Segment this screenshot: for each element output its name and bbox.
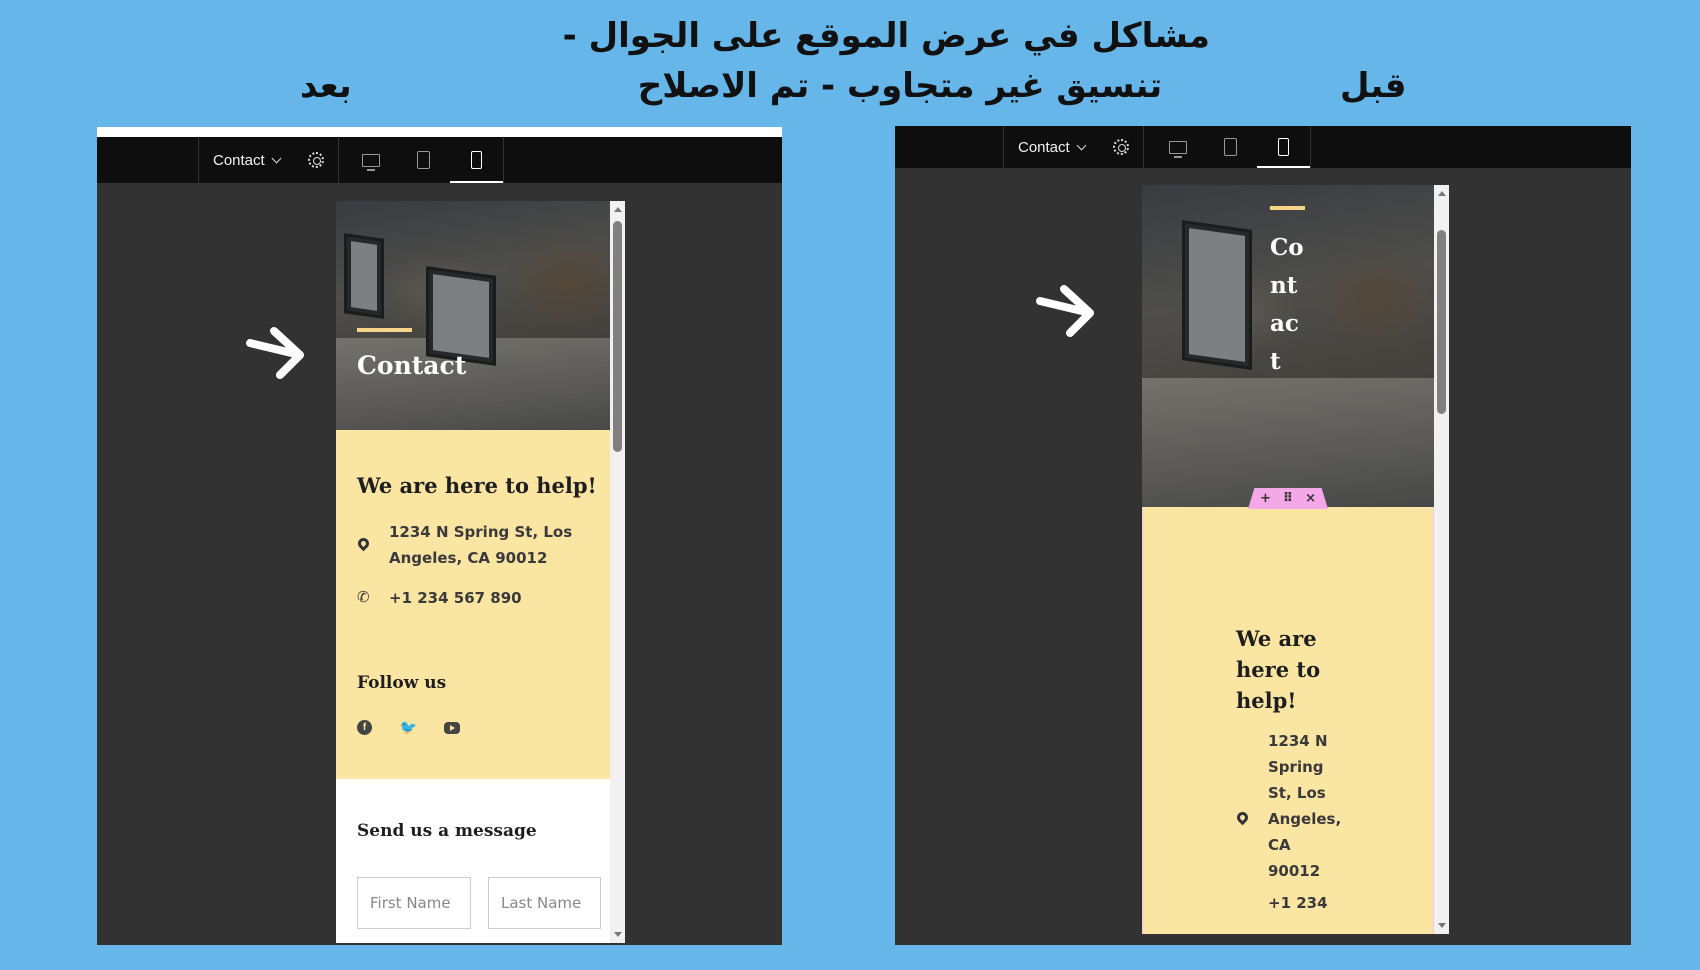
phone-icon: ✆ [357, 588, 370, 606]
scroll-up-arrow[interactable] [1438, 191, 1446, 196]
mobile-icon [1278, 138, 1289, 156]
after-editor-panel: Contact Contact We are here to help! 123… [97, 127, 782, 945]
help-heading: We are here to help! [1236, 626, 1321, 713]
facebook-icon[interactable]: f [357, 720, 372, 735]
desktop-icon [361, 153, 380, 171]
address-text: 1234 N Spring St, Los Angeles, CA 90012 [1268, 732, 1342, 880]
tablet-view-button[interactable] [397, 137, 450, 183]
section-handle[interactable]: + ⠿ × [1248, 488, 1328, 509]
phone-text: +1 234 [1268, 894, 1328, 912]
editor-toolbar: Contact [97, 137, 782, 183]
desktop-view-button[interactable] [1151, 126, 1204, 168]
gear-icon[interactable] [1112, 139, 1129, 155]
chevron-down-icon [271, 153, 282, 163]
scroll-thumb[interactable] [613, 221, 622, 452]
before-label: قبل [1340, 66, 1407, 106]
first-name-field[interactable]: First Name [357, 877, 471, 929]
location-pin-icon [355, 535, 372, 552]
preview-scrollbar[interactable] [610, 201, 625, 943]
youtube-icon[interactable] [444, 722, 460, 734]
scroll-up-arrow[interactable] [614, 207, 622, 212]
device-switcher [344, 137, 504, 183]
page-select-label: Contact [1018, 138, 1070, 156]
accent-bar [357, 328, 412, 332]
contact-info-section: We are here to help! 1234 N Spring St, L… [336, 430, 625, 779]
page-title-line-2: تنسيق غير متجاوب - تم الاصلاح [637, 66, 1163, 106]
hero-section: Contact [336, 201, 625, 430]
close-section-icon[interactable]: × [1305, 491, 1316, 506]
mobile-view-button[interactable] [450, 137, 503, 183]
desktop-icon [1168, 140, 1187, 158]
mobile-preview-after: Contact We are here to help! 1234 N Spri… [336, 201, 625, 943]
scroll-down-arrow[interactable] [614, 932, 622, 937]
preview-scrollbar[interactable] [1434, 185, 1449, 934]
contact-info-section: We are here to help! 1234 N Spring St, L… [1142, 507, 1434, 934]
before-editor-panel: Contact Co nt ac t We are here to help! … [895, 126, 1631, 945]
page-select-label: Contact [213, 151, 265, 169]
mobile-icon [471, 151, 482, 169]
hero-title: Contact [357, 351, 467, 380]
arrow-pointer-icon [246, 327, 304, 379]
phone-text: +1 234 567 890 [389, 589, 522, 607]
follow-heading: Follow us [357, 673, 447, 693]
hero-title: Co nt ac t [1270, 234, 1304, 375]
twitter-icon[interactable]: 🐦 [400, 720, 417, 736]
add-section-icon[interactable]: + [1260, 491, 1271, 506]
device-switcher [1151, 126, 1311, 168]
tablet-icon [1224, 138, 1237, 156]
scroll-down-arrow[interactable] [1438, 923, 1446, 928]
page-select-dropdown[interactable]: Contact [1004, 126, 1099, 168]
message-heading: Send us a message [357, 821, 537, 841]
page-title-line-1: مشاكل في عرض الموقع على الجوال - [562, 16, 1210, 56]
page-selector-group: Contact [1003, 126, 1144, 168]
mobile-view-button[interactable] [1257, 126, 1310, 168]
editor-toolbar: Contact [895, 126, 1631, 168]
page-selector-group: Contact [198, 137, 339, 183]
location-pin-icon [1234, 809, 1251, 826]
chevron-down-icon [1076, 140, 1087, 150]
last-name-field[interactable]: Last Name [488, 877, 601, 929]
tablet-view-button[interactable] [1204, 126, 1257, 168]
after-label: بعد [300, 66, 352, 106]
scroll-thumb[interactable] [1437, 230, 1446, 414]
help-heading: We are here to help! [357, 473, 597, 498]
drag-handle-icon[interactable]: ⠿ [1283, 491, 1293, 506]
hero-section: Co nt ac t [1142, 185, 1434, 507]
address-text: 1234 N Spring St, Los Angeles, CA 90012 [389, 523, 573, 567]
desktop-view-button[interactable] [344, 137, 397, 183]
mobile-preview-before: Co nt ac t We are here to help! 1234 N S… [1142, 185, 1449, 934]
page-select-dropdown[interactable]: Contact [199, 137, 294, 183]
accent-bar [1270, 206, 1305, 210]
tablet-icon [417, 151, 430, 169]
arrow-pointer-icon [1036, 285, 1094, 337]
gear-icon[interactable] [307, 152, 324, 168]
